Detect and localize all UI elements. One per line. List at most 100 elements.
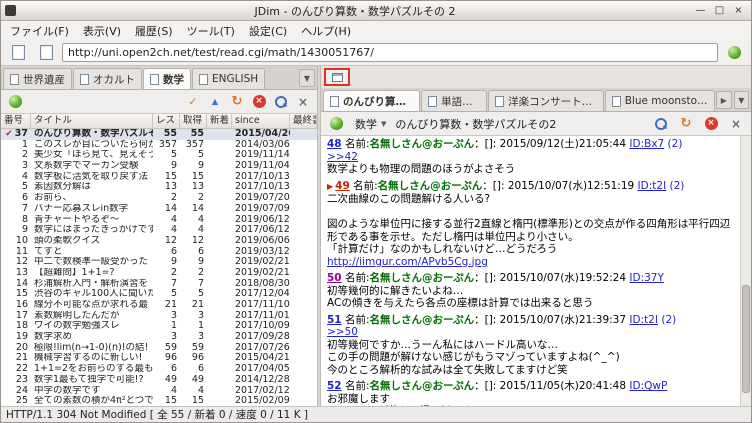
thread-tab[interactable]: Blue moonston... [604,90,716,111]
reload-board-button[interactable]: ↻ [227,93,247,111]
post-id-count[interactable]: (2) [666,180,685,192]
table-row[interactable]: 22 1+1=2をお前らのする最も 6 6 2017/04/05 [1,364,317,375]
column-header[interactable]: 取得 [180,114,207,128]
board-tab[interactable]: 数学 [143,68,191,89]
column-header[interactable]: レス [153,114,180,128]
table-row[interactable]: 3 文系数学でマーカン受験 9 9 2019/11/04 [1,161,317,172]
post-id-link[interactable]: ID:t2I [629,314,658,326]
row-new-count [207,215,232,226]
post-id-count[interactable]: (2) [658,314,676,326]
table-row[interactable]: 12 中二で数検準一級受かった 9 9 2019/02/21 [1,257,317,268]
post-number-link[interactable]: 51 [327,314,342,326]
document-button-1[interactable] [6,43,30,63]
post-id-link[interactable]: ID:37Y [629,272,664,284]
table-row[interactable]: 7 バナー応募スレin数学 14 14 2019/07/09 [1,204,317,215]
table-row[interactable]: 5 素因数分解は 13 13 2017/10/13 [1,182,317,193]
move-up-button[interactable]: ▲ [205,93,225,111]
thread-tab[interactable]: 洋楽コンサートスレ [488,90,604,111]
table-row[interactable]: 6 お前ら、 2 2 2019/07/20 [1,193,317,204]
board-button[interactable] [5,93,25,111]
post-link[interactable]: http://iimgur.com/APvb5Cg.jpg [327,256,737,269]
post-number-link[interactable]: 49 [335,180,350,192]
post-id-link[interactable]: ID:QwP [629,380,667,392]
board-tab-list-button[interactable]: ▼ [299,69,315,87]
row-number-text: 23 [15,374,28,385]
board-tab[interactable]: ENGLISH [192,68,266,89]
open-url-button[interactable] [722,43,746,63]
url-input[interactable]: http://uni.open2ch.net/test/read.cgi/mat… [62,43,718,62]
row-title: このスレが目についたら何か書... [34,139,153,150]
stop-thread-button[interactable]: × [701,115,721,133]
thread-scrollbar[interactable] [740,136,751,406]
table-row[interactable]: 24 中学の数学です 4 4 2017/02/12 [1,386,317,397]
post-number-link[interactable]: 48 [327,138,342,150]
table-row[interactable]: 23 数学1最もて独学で可能!? 49 49 2014/12/28 [1,375,317,386]
column-header[interactable]: 番号 [1,114,31,128]
post-link[interactable]: >>50 [327,326,737,339]
post-link[interactable]: >>42 [327,151,737,164]
row-number: 2 [1,150,31,161]
post-id-link[interactable]: ID:Bx7 [629,138,664,150]
stop-board-button[interactable]: × [249,93,269,111]
post-number-link[interactable]: 52 [327,380,342,392]
thread-tabbar: のんびり算数... 単語スレ 洋楽コンサートスレ Blue moonston... ▶… [321,88,751,112]
table-row[interactable]: 15 渋谷のギャル100人に聞いた 5 5 2017/12/04 [1,289,317,300]
post: 48 名前:名無しさん@おーぷん：[]: 2015/09/12(土)21:05:… [327,138,737,176]
detach-tab-button[interactable] [324,68,350,86]
menu-item[interactable]: ファイル(F) [3,21,76,41]
table-row[interactable]: 10 頭の柔軟クイズ 12 12 2019/06/06 [1,236,317,247]
row-res-count: 5 [170,150,177,161]
minimize-button[interactable]: — [692,3,709,18]
thread-tab[interactable]: のんびり算数... [323,90,421,111]
table-row[interactable]: 8 青チャートやるぞ〜 4 4 2019/06/12 [1,215,317,226]
table-row[interactable]: 11 てすと 6 6 2019/03/12 [1,247,317,258]
table-row[interactable]: 19 数学求め 3 3 2017/09/28 [1,332,317,343]
row-title: 渋谷のギャル100人に聞いた [34,289,153,300]
table-row[interactable]: 13 【超難問】1+1=? 2 2 2019/02/21 [1,268,317,279]
post-id-link[interactable]: ID:t2I [638,180,667,192]
table-row[interactable]: ✔37のんびり算数・数学パズルその...55552015/04/26 [1,129,317,140]
table-row[interactable]: 2 美少女「ほら見て、見えそうで... 5 5 2019/11/14 [1,150,317,161]
menu-item[interactable]: ツール(T) [180,21,242,41]
table-row[interactable]: 17 素数解明したんだが 3 3 2017/11/01 [1,311,317,322]
table-row[interactable]: 21 機械学習するのに新しい! 96 96 2015/04/21 [1,353,317,364]
row-new-count [207,300,232,311]
thread-tab[interactable]: 単語スレ [421,90,488,111]
close-board-button[interactable]: × [293,93,313,111]
table-row[interactable]: 20 極限!lim(n→1-0)(n)!の結! 59 59 2017/07/26 [1,343,317,354]
table-row[interactable]: 14 杉浦解析入門・解析演習を 7 7 2018/08/30 [1,279,317,290]
close-thread-button[interactable]: × [726,115,746,133]
table-row[interactable]: 4 数学板に活気を取り戻す法 15 15 2017/10/13 [1,172,317,183]
board-select-dropdown[interactable]: 数学 ▼ [351,115,390,133]
row-number-text: 10 [15,235,28,246]
table-row[interactable]: 1 このスレが目についたら何か書... 357 357 2014/03/06 [1,140,317,151]
column-header[interactable]: 新着 [207,114,232,128]
column-header[interactable]: 最終書込 [290,114,317,128]
table-row[interactable]: 16 線分不可能な点が求れる最 21 21 2017/11/10 [1,300,317,311]
search-thread-button[interactable] [651,115,671,133]
close-window-button[interactable]: × [730,3,747,18]
reload-thread-button[interactable]: ↻ [676,115,696,133]
menu-item[interactable]: ヘルプ(H) [294,21,358,41]
board-tab[interactable]: 世界遺産 [3,68,72,89]
board-tab[interactable]: オカルト [73,68,142,89]
thread-tab-list-button[interactable]: ▼ [733,91,749,109]
scrollbar-thumb[interactable] [742,284,750,393]
thread-board-button[interactable] [326,115,346,133]
document-button-2[interactable] [34,43,58,63]
table-row[interactable]: 25 全ての素数の積が4π²とつで 15 15 2015/02/09 [1,396,317,406]
column-header[interactable]: since [232,114,290,128]
menu-item[interactable]: 表示(V) [76,21,128,41]
thread-tab-next-button[interactable]: ▶ [716,91,732,109]
menu-item[interactable]: 履歴(S) [128,21,180,41]
maximize-button[interactable]: □ [711,3,728,18]
table-row[interactable]: 18 ワイの数学勉強スレ 1 1 2017/10/09 [1,321,317,332]
table-row[interactable]: 9 数学にはまったきっかけです 4 4 2017/06/12 [1,225,317,236]
document-icon [11,45,25,60]
column-header[interactable]: タイトル [31,114,153,128]
post-number-link[interactable]: 50 [327,272,342,284]
search-board-button[interactable] [271,93,291,111]
menu-item[interactable]: 設定(C) [242,21,294,41]
post-id-count[interactable]: (2) [664,138,683,150]
check-update-button[interactable]: ✓ [183,93,203,111]
